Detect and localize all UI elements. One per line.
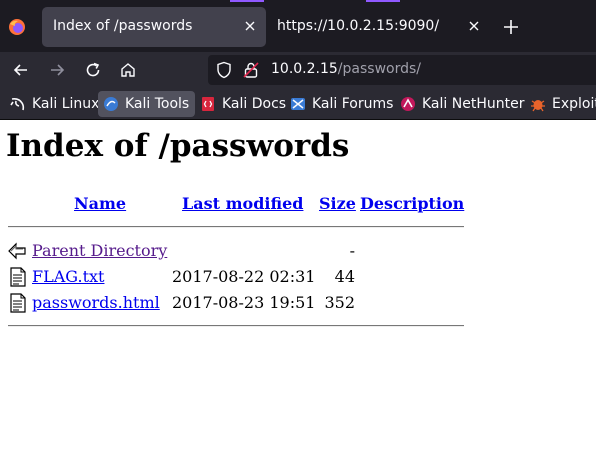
text-file-icon xyxy=(10,293,26,313)
row-modified: 2017-08-23 19:51 xyxy=(172,293,316,312)
bookmark-kali-docs[interactable]: Kali Docs xyxy=(198,91,288,117)
tab-strip: Index of /passwords https://10.0.2.15:90… xyxy=(0,0,596,52)
close-tab-icon[interactable] xyxy=(467,19,481,33)
forward-arrow-icon[interactable] xyxy=(48,61,66,79)
page-title: Index of /passwords xyxy=(6,128,350,164)
column-header-name[interactable]: Name xyxy=(74,194,126,213)
close-tab-icon[interactable] xyxy=(243,19,257,33)
url-text[interactable]: 10.0.2.15/passwords/ xyxy=(271,61,421,77)
table-divider-top xyxy=(8,226,464,228)
tab-cockpit[interactable]: https://10.0.2.15:9090/ xyxy=(266,0,494,47)
tab-index-passwords[interactable]: Index of /passwords xyxy=(42,0,266,47)
row-size: 44 xyxy=(334,267,355,286)
kali-dragon-icon xyxy=(10,98,25,111)
bookmark-label: Kali Forums xyxy=(312,96,394,112)
tracking-protection-shield-icon[interactable] xyxy=(216,61,232,79)
column-header-last-modified[interactable]: Last modified xyxy=(182,194,303,213)
bookmark-kali-nethunter[interactable]: Kali NetHunter xyxy=(398,91,526,117)
bookmark-label: Exploit- xyxy=(552,96,596,112)
kali-tools-icon xyxy=(104,97,118,111)
bookmark-label: Kali Tools xyxy=(125,96,190,112)
exploit-db-bug-icon xyxy=(531,100,545,112)
kali-forums-icon xyxy=(291,98,305,110)
kali-docs-icon xyxy=(202,97,214,111)
url-host: 10.0.2.15 xyxy=(271,61,338,77)
url-path: /passwords/ xyxy=(337,61,421,77)
row-link-parent-directory[interactable]: Parent Directory xyxy=(32,241,167,260)
row-size: 352 xyxy=(324,293,355,312)
reload-icon[interactable] xyxy=(84,61,102,79)
row-modified: 2017-08-22 02:31 xyxy=(172,267,316,286)
url-bar[interactable]: 10.0.2.15/passwords/ xyxy=(208,55,596,85)
back-arrow-icon xyxy=(8,242,26,260)
bookmark-kali-tools[interactable]: Kali Tools xyxy=(98,91,196,117)
row-link-passwords-html[interactable]: passwords.html xyxy=(32,293,160,312)
column-header-size[interactable]: Size xyxy=(319,194,356,213)
bookmark-label: Kali Docs xyxy=(222,96,287,112)
bookmark-exploit-db[interactable]: Exploit- xyxy=(528,91,596,117)
navigation-toolbar: 10.0.2.15/passwords/ xyxy=(0,52,596,88)
firefox-logo-icon[interactable] xyxy=(8,18,26,36)
table-divider-bottom xyxy=(8,325,464,327)
insecure-lock-icon[interactable] xyxy=(243,61,259,79)
column-header-description[interactable]: Description xyxy=(360,194,464,213)
page-content: Index of /passwords Name Last modified S… xyxy=(0,120,596,458)
back-arrow-icon[interactable] xyxy=(12,61,30,79)
tab-title: https://10.0.2.15:9090/ xyxy=(277,18,440,34)
text-file-icon xyxy=(10,267,26,287)
bookmark-kali-forums[interactable]: Kali Forums xyxy=(288,91,395,117)
row-link-flag-txt[interactable]: FLAG.txt xyxy=(32,267,104,286)
tab-title: Index of /passwords xyxy=(53,18,193,34)
home-icon[interactable] xyxy=(119,61,137,79)
bookmarks-toolbar: Kali Linux Kali Tools Kali Docs Kali For… xyxy=(0,88,596,120)
new-tab-plus-icon[interactable] xyxy=(502,18,520,36)
row-size: - xyxy=(349,241,355,260)
kali-nethunter-icon xyxy=(401,97,415,111)
bookmark-kali-linux[interactable]: Kali Linux xyxy=(8,91,101,117)
bookmark-label: Kali Linux xyxy=(32,96,100,112)
bookmark-label: Kali NetHunter xyxy=(422,96,525,112)
